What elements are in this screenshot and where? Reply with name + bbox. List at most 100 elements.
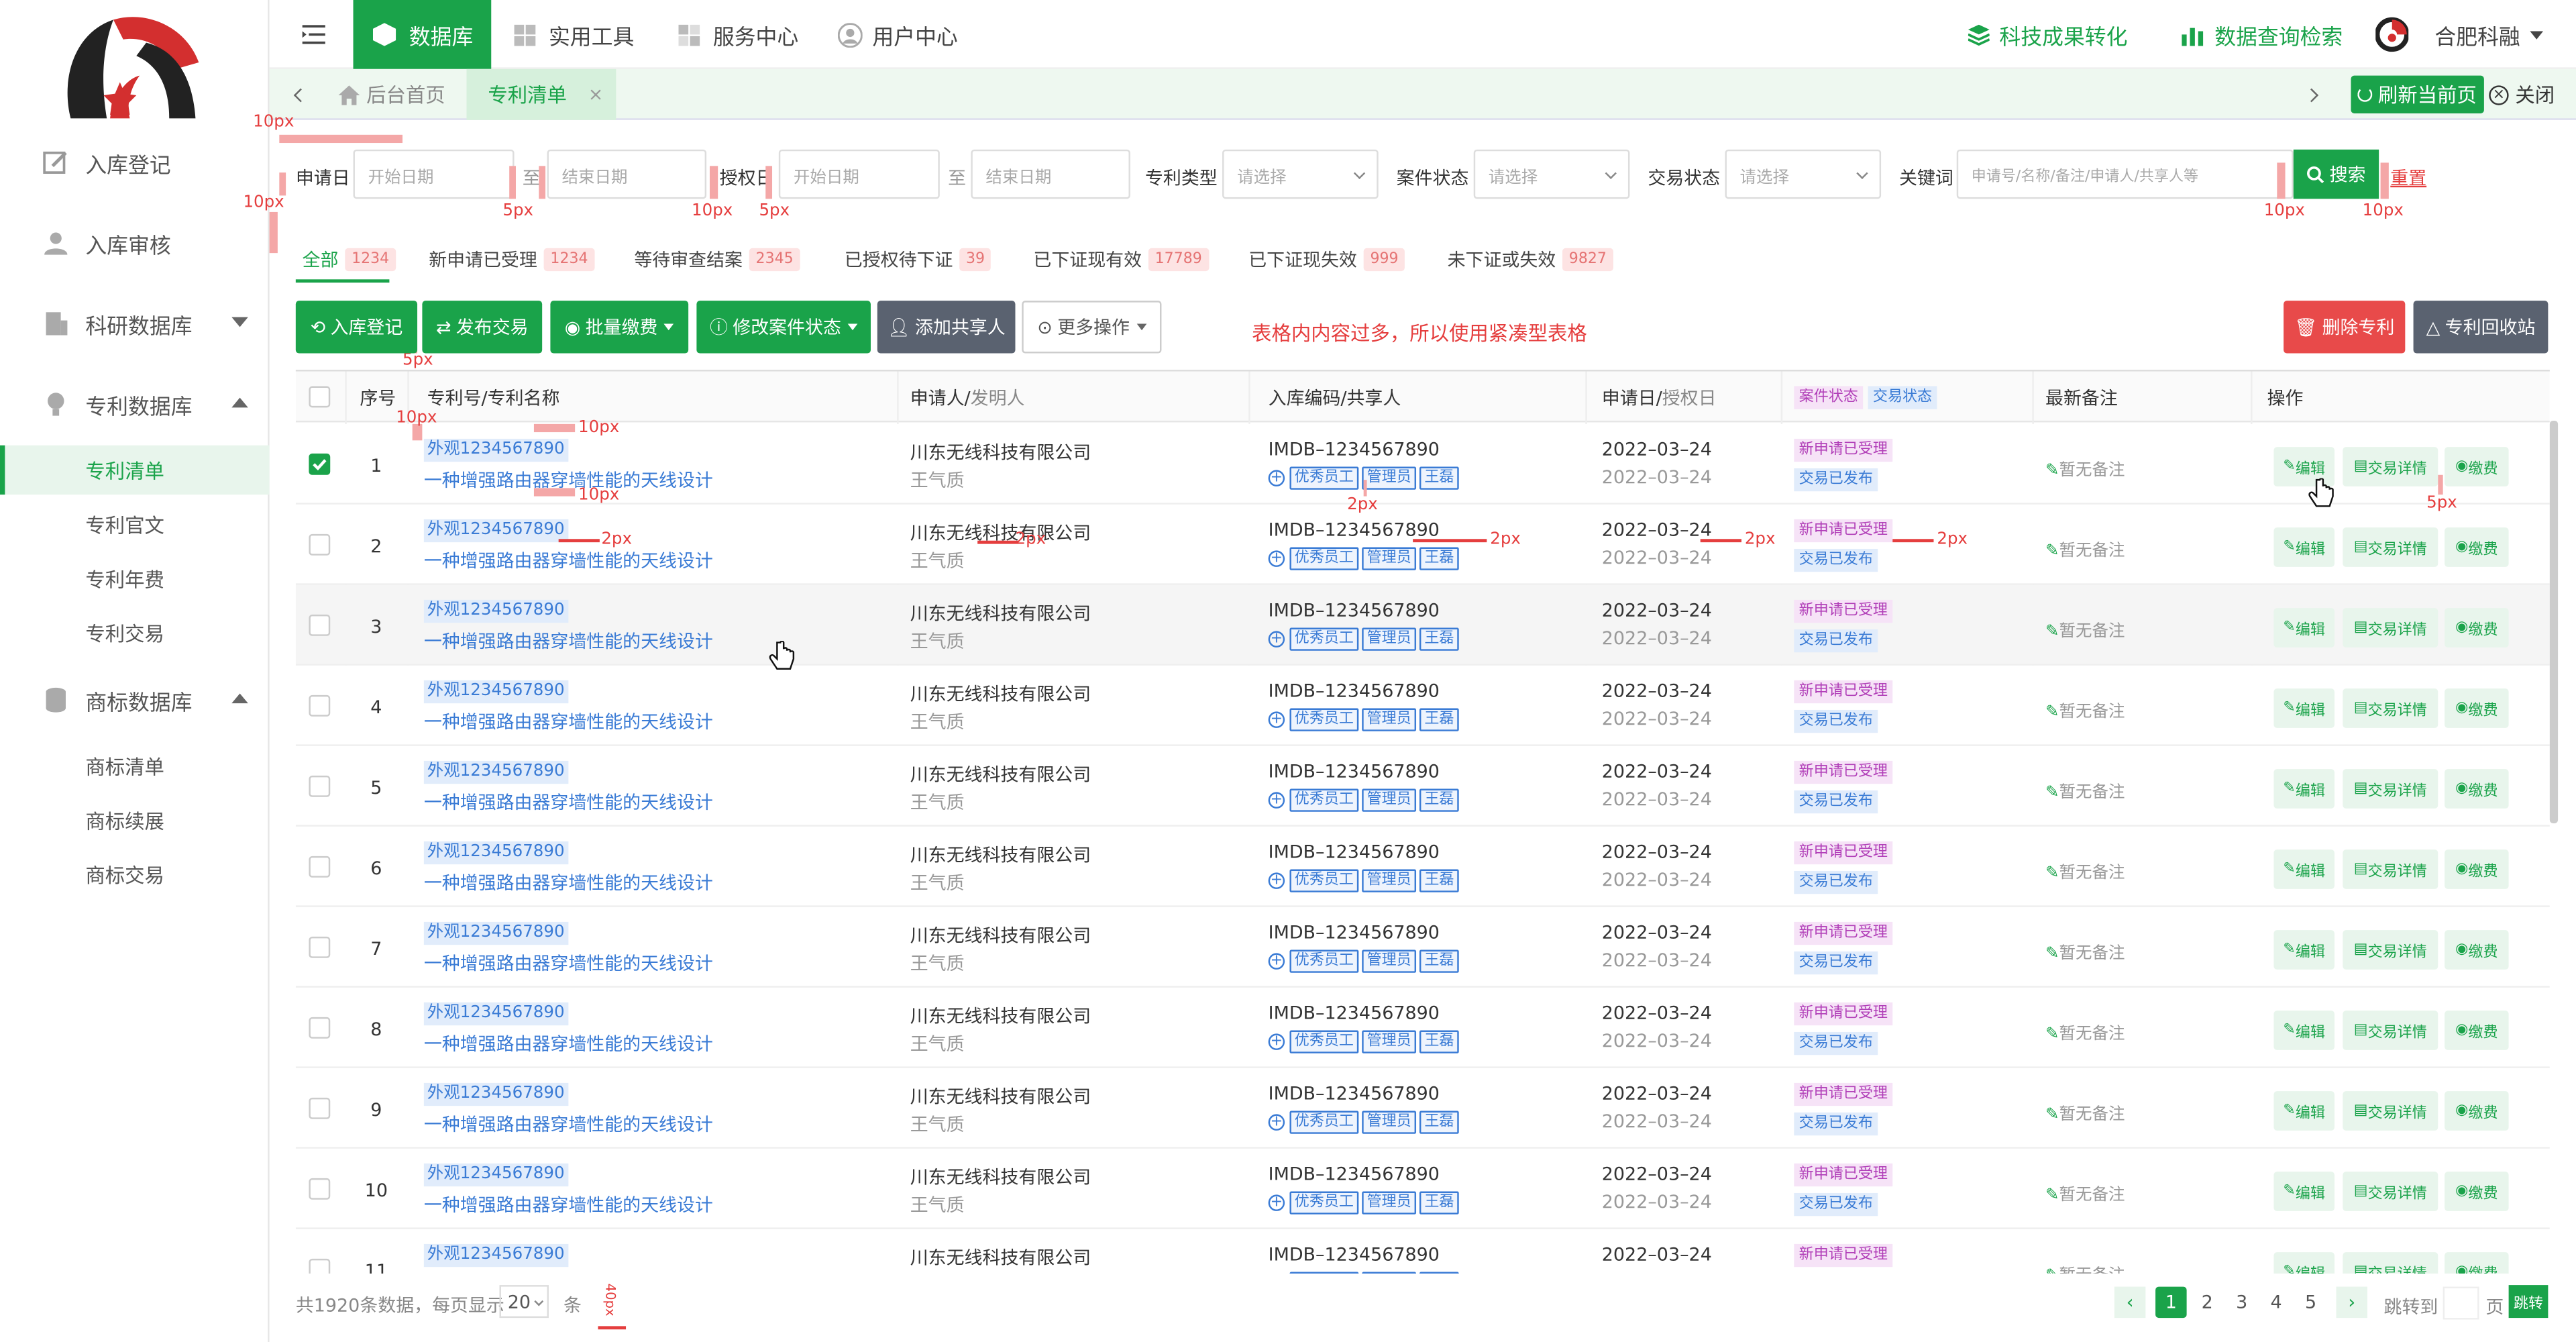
table-row[interactable]: 5 外观1234567890 一种增强路由器穿墙性能的天线设计 川东无线科技有限… bbox=[295, 745, 2550, 827]
row-checkbox[interactable] bbox=[309, 1258, 331, 1274]
sidebar-sub-trademark-renew[interactable]: 商标续展 bbox=[0, 795, 270, 844]
patent-no[interactable]: 外观1234567890 bbox=[423, 437, 568, 462]
table-row[interactable]: 7 外观1234567890 一种增强路由器穿墙性能的天线设计 川东无线科技有限… bbox=[295, 907, 2550, 988]
pay-button[interactable]: ◉缴费 bbox=[2445, 1091, 2509, 1131]
next-page-button[interactable]: › bbox=[2336, 1286, 2368, 1319]
plus-circle-icon[interactable]: + bbox=[1268, 631, 1285, 648]
edit-button[interactable]: ✎编辑 bbox=[2273, 769, 2335, 809]
trade-detail-button[interactable]: ▤交易详情 bbox=[2343, 527, 2438, 567]
pay-button[interactable]: ◉缴费 bbox=[2445, 608, 2509, 648]
trade-detail-button[interactable]: ▤交易详情 bbox=[2343, 447, 2438, 486]
plus-circle-icon[interactable]: + bbox=[1268, 872, 1285, 889]
patent-no[interactable]: 外观1234567890 bbox=[423, 517, 568, 543]
patent-no[interactable]: 外观1234567890 bbox=[423, 678, 568, 704]
tab-home[interactable]: 后台首页 bbox=[338, 69, 466, 120]
page-4-button[interactable]: 4 bbox=[2261, 1287, 2292, 1319]
apply-end-input[interactable]: 结束日期 bbox=[547, 149, 707, 199]
trade-status-select[interactable]: 请选择 bbox=[1725, 149, 1882, 199]
edit-button[interactable]: ✎编辑 bbox=[2273, 849, 2335, 889]
trade-detail-button[interactable]: ▤交易详情 bbox=[2343, 849, 2438, 889]
row-checkbox[interactable] bbox=[309, 614, 331, 636]
menu-icon[interactable] bbox=[302, 0, 335, 69]
tab-patent-list[interactable]: 专利清单 × bbox=[466, 68, 616, 120]
edit-button[interactable]: ✎编辑 bbox=[2273, 688, 2335, 728]
user-menu[interactable]: 合肥科融 bbox=[2375, 0, 2544, 69]
patent-name-link[interactable]: 一种增强路由器穿墙性能的天线设计 bbox=[424, 950, 713, 976]
sidebar-sub-trademark-list[interactable]: 商标清单 bbox=[0, 741, 270, 790]
sidebar-item-patent-db[interactable]: 专利数据库 bbox=[0, 380, 270, 429]
table-row[interactable]: 6 外观1234567890 一种增强路由器穿墙性能的天线设计 川东无线科技有限… bbox=[295, 826, 2550, 907]
sidebar-item-register[interactable]: 入库登记 bbox=[0, 138, 270, 187]
trade-detail-button[interactable]: ▤交易详情 bbox=[2343, 1252, 2438, 1274]
pay-button[interactable]: ◉缴费 bbox=[2445, 1252, 2509, 1274]
patent-no[interactable]: 外观1234567890 bbox=[423, 598, 568, 623]
page-size-select[interactable]: 20 bbox=[499, 1285, 549, 1319]
patent-no[interactable]: 外观1234567890 bbox=[423, 1242, 568, 1268]
nav-database[interactable]: 数据库 bbox=[353, 0, 492, 69]
sidebar-item-trademark-db[interactable]: 商标数据库 bbox=[0, 676, 270, 725]
sidebar-item-research-db[interactable]: 科研数据库 bbox=[0, 299, 270, 348]
sidebar-sub-trademark-trade[interactable]: 商标交易 bbox=[0, 849, 270, 898]
status-tab-invalid[interactable]: 已下证现失效 999 bbox=[1248, 245, 1405, 274]
sidebar-sub-patent-list[interactable]: 专利清单 bbox=[0, 445, 270, 495]
batch-pay-button[interactable]: ◉ 批量缴费 bbox=[550, 301, 689, 354]
nav-service[interactable]: 服务中心 bbox=[678, 0, 798, 69]
plus-circle-icon[interactable]: + bbox=[1268, 1033, 1285, 1050]
status-tab-not-issued[interactable]: 未下证或失效 9827 bbox=[1448, 245, 1613, 274]
status-tab-all[interactable]: 全部 1234 bbox=[303, 245, 396, 274]
trade-detail-button[interactable]: ▤交易详情 bbox=[2343, 1091, 2438, 1131]
patent-no[interactable]: 外观1234567890 bbox=[423, 1000, 568, 1026]
row-checkbox[interactable] bbox=[309, 1178, 331, 1200]
patent-no[interactable]: 外观1234567890 bbox=[423, 1081, 568, 1106]
status-tab-granted[interactable]: 已授权待下证 39 bbox=[845, 245, 991, 274]
table-row[interactable]: 1 外观1234567890 一种增强路由器穿墙性能的天线设计 川东无线科技有限… bbox=[295, 423, 2550, 505]
plus-circle-icon[interactable]: + bbox=[1268, 953, 1285, 970]
status-tab-review[interactable]: 等待审查结案 2345 bbox=[634, 245, 800, 274]
page-2-button[interactable]: 2 bbox=[2192, 1287, 2223, 1319]
nav-tools[interactable]: 实用工具 bbox=[514, 0, 634, 69]
trade-detail-button[interactable]: ▤交易详情 bbox=[2343, 1011, 2438, 1050]
close-all-button[interactable]: × 关闭 bbox=[2489, 69, 2555, 120]
trade-detail-button[interactable]: ▤交易详情 bbox=[2343, 769, 2438, 809]
table-row[interactable]: 2 外观1234567890 一种增强路由器穿墙性能的天线设计 川东无线科技有限… bbox=[295, 504, 2550, 585]
page-3-button[interactable]: 3 bbox=[2226, 1287, 2257, 1319]
edit-button[interactable]: ✎编辑 bbox=[2273, 1172, 2335, 1211]
edit-button[interactable]: ✎编辑 bbox=[2273, 930, 2335, 970]
sidebar-sub-patent-fees[interactable]: 专利年费 bbox=[0, 554, 270, 603]
pay-button[interactable]: ◉缴费 bbox=[2445, 688, 2509, 728]
row-checkbox[interactable] bbox=[309, 533, 331, 556]
pay-button[interactable]: ◉缴费 bbox=[2445, 1011, 2509, 1050]
modify-status-button[interactable]: ⓘ 修改案件状态 bbox=[696, 301, 871, 354]
patent-name-link[interactable]: 一种增强路由器穿墙性能的天线设计 bbox=[424, 789, 713, 815]
refresh-button[interactable]: 刷新当前页 bbox=[2351, 75, 2484, 113]
table-row[interactable]: 3 外观1234567890 一种增强路由器穿墙性能的天线设计 川东无线科技有限… bbox=[295, 584, 2550, 666]
sidebar-sub-patent-trade[interactable]: 专利交易 bbox=[0, 608, 270, 657]
patent-name-link[interactable]: 一种增强路由器穿墙性能的天线设计 bbox=[424, 1031, 713, 1057]
row-checkbox[interactable] bbox=[309, 936, 331, 958]
plus-circle-icon[interactable]: + bbox=[1268, 550, 1285, 567]
delete-patent-button[interactable]: 🗑︎ 删除专利 bbox=[2284, 301, 2406, 354]
table-row[interactable]: 10 外观1234567890 一种增强路由器穿墙性能的天线设计 川东无线科技有… bbox=[295, 1148, 2550, 1229]
table-row[interactable]: 4 外观1234567890 一种增强路由器穿墙性能的天线设计 川东无线科技有限… bbox=[295, 665, 2550, 746]
row-checkbox[interactable] bbox=[309, 1017, 331, 1039]
trade-detail-button[interactable]: ▤交易详情 bbox=[2343, 688, 2438, 728]
close-icon[interactable]: × bbox=[588, 84, 604, 105]
trade-detail-button[interactable]: ▤交易详情 bbox=[2343, 608, 2438, 648]
patent-name-link[interactable]: 一种增强路由器穿墙性能的天线设计 bbox=[424, 1111, 713, 1137]
nav-data-query[interactable]: 数据查询检索 bbox=[2182, 0, 2343, 69]
nav-user-center[interactable]: 用户中心 bbox=[837, 0, 958, 69]
plus-circle-icon[interactable]: + bbox=[1268, 1114, 1285, 1131]
row-checkbox[interactable] bbox=[309, 856, 331, 878]
more-actions-button[interactable]: ⊙ 更多操作 bbox=[1022, 301, 1162, 354]
plus-circle-icon[interactable]: + bbox=[1268, 470, 1285, 486]
row-checkbox[interactable] bbox=[309, 1097, 331, 1119]
plus-circle-icon[interactable]: + bbox=[1268, 711, 1285, 728]
table-row[interactable]: 8 外观1234567890 一种增强路由器穿墙性能的天线设计 川东无线科技有限… bbox=[295, 987, 2550, 1068]
add-sharer-button[interactable]: 👤︎ 添加共享人 bbox=[877, 301, 1016, 354]
edit-button[interactable]: ✎编辑 bbox=[2273, 1091, 2335, 1131]
reset-link[interactable]: 重置 bbox=[2390, 164, 2426, 191]
trade-detail-button[interactable]: ▤交易详情 bbox=[2343, 930, 2438, 970]
trade-detail-button[interactable]: ▤交易详情 bbox=[2343, 1172, 2438, 1211]
page-5-button[interactable]: 5 bbox=[2295, 1287, 2326, 1319]
patent-name-link[interactable]: 一种增强路由器穿墙性能的天线设计 bbox=[424, 1192, 713, 1218]
